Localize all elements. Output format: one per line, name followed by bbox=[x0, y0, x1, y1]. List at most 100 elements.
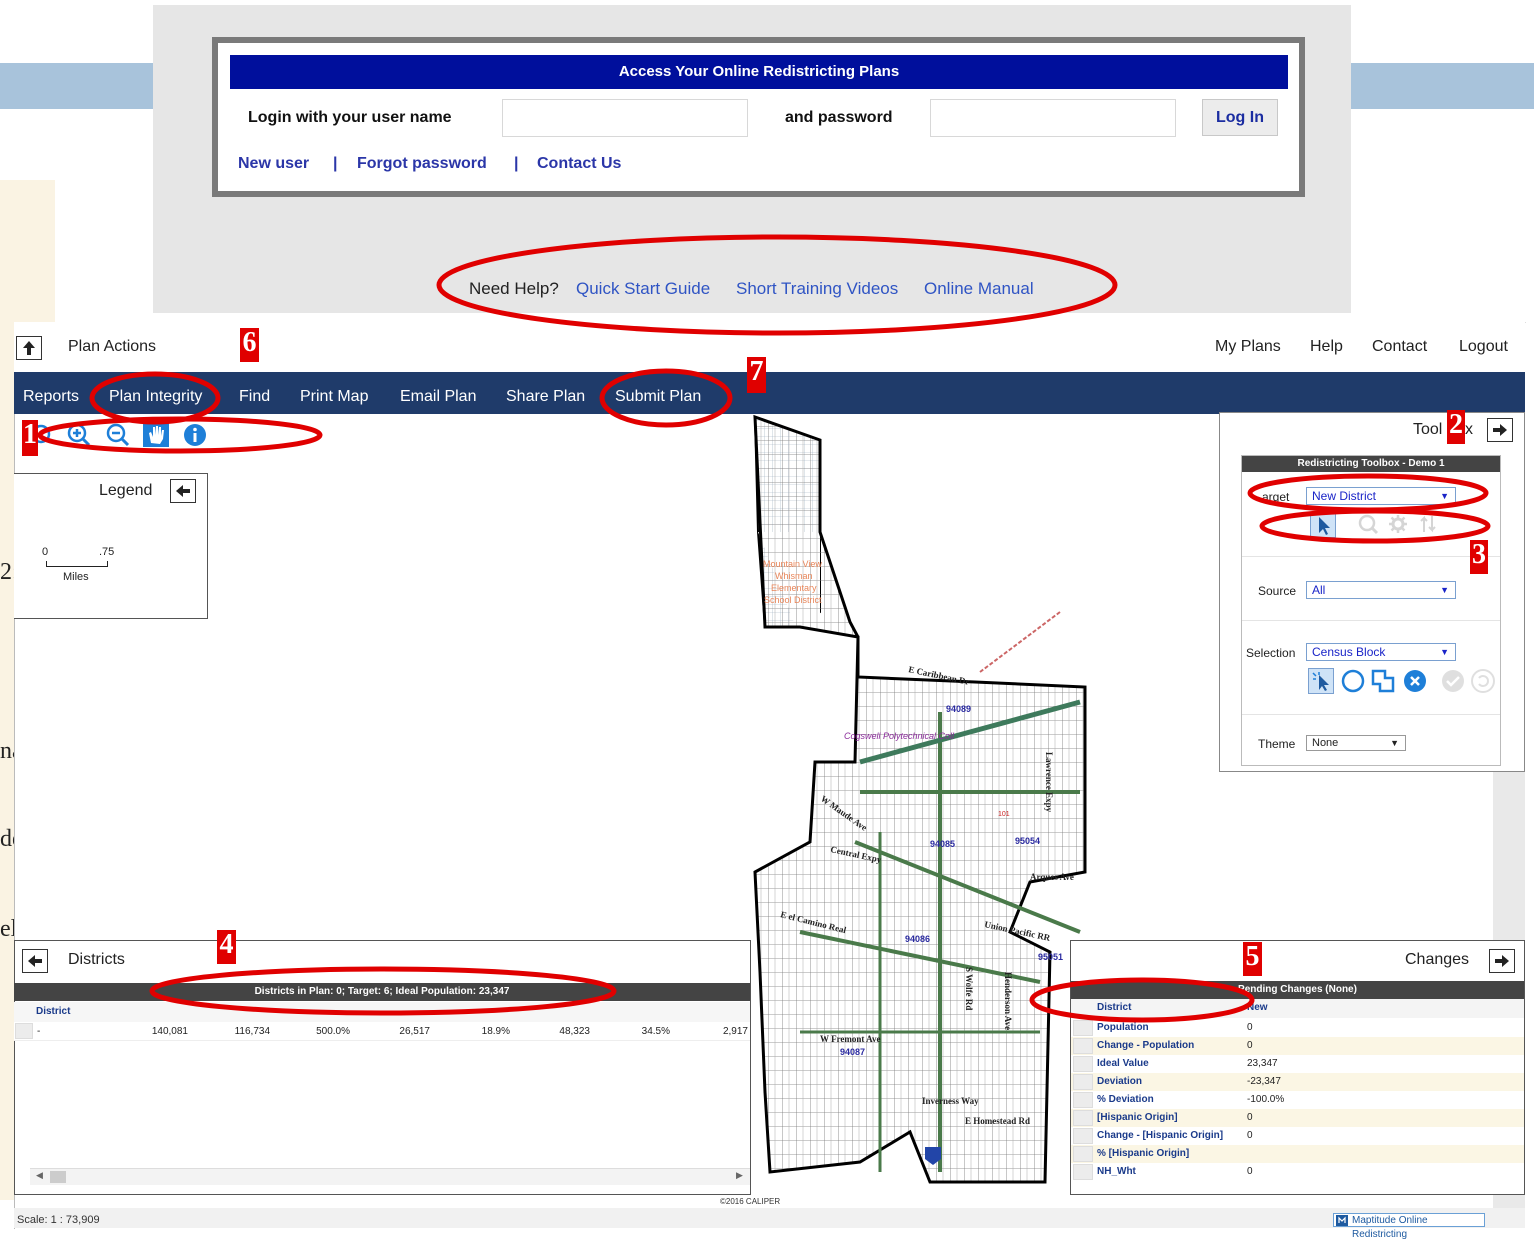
district-cell: 48,323 bbox=[559, 1026, 590, 1037]
login-button[interactable]: Log In bbox=[1202, 99, 1278, 136]
changes-column-header bbox=[1071, 999, 1524, 1018]
table-row[interactable]: Change - Population 0 bbox=[1071, 1037, 1524, 1055]
district-map[interactable]: Mountain View Whisman Elementary School … bbox=[740, 412, 1120, 1212]
source-label: Source bbox=[1258, 584, 1297, 598]
dropdown-caret-icon: ▼ bbox=[1440, 491, 1449, 501]
scroll-left-icon[interactable]: ◀ bbox=[36, 1170, 43, 1181]
annotation-number: 1 bbox=[22, 420, 38, 456]
menu-plan-integrity[interactable]: Plan Integrity bbox=[109, 388, 202, 406]
scale-unit: Miles bbox=[63, 571, 89, 583]
toolbox-divider bbox=[1242, 556, 1500, 557]
map-label: Whisman bbox=[775, 571, 813, 581]
arrow-left-icon bbox=[28, 955, 42, 967]
gear-icon[interactable] bbox=[1386, 512, 1412, 538]
change-value: -23,347 bbox=[1247, 1076, 1281, 1087]
row-selector[interactable] bbox=[1073, 1056, 1093, 1072]
zoom-select-icon[interactable] bbox=[1356, 512, 1382, 538]
help-link[interactable]: Help bbox=[1310, 338, 1343, 356]
swap-icon[interactable] bbox=[1416, 512, 1442, 538]
collapse-up-button[interactable] bbox=[16, 336, 42, 360]
online-manual-link[interactable]: Online Manual bbox=[924, 279, 1034, 299]
row-selector[interactable] bbox=[1073, 1128, 1093, 1144]
menu-find[interactable]: Find bbox=[239, 388, 270, 406]
change-value: 0 bbox=[1247, 1130, 1253, 1141]
theme-select[interactable]: None ▼ bbox=[1306, 735, 1406, 751]
menu-reports[interactable]: Reports bbox=[23, 388, 79, 406]
training-videos-link[interactable]: Short Training Videos bbox=[736, 279, 898, 299]
clear-selection-icon[interactable] bbox=[1402, 668, 1428, 694]
districts-horizontal-scrollbar[interactable]: ◀ ▶ bbox=[30, 1168, 750, 1185]
contact-us-link[interactable]: Contact Us bbox=[537, 155, 621, 173]
row-selector[interactable] bbox=[1073, 1146, 1093, 1162]
map-label: 101 bbox=[998, 811, 1010, 818]
toolbox-collapse-button[interactable] bbox=[1487, 418, 1513, 442]
contact-link[interactable]: Contact bbox=[1372, 338, 1427, 356]
table-row[interactable]: Ideal Value 23,347 bbox=[1071, 1055, 1524, 1073]
row-selector[interactable] bbox=[15, 1023, 33, 1039]
menu-share-plan[interactable]: Share Plan bbox=[506, 388, 585, 406]
map-scale: Scale: 1 : 73,909 bbox=[17, 1214, 100, 1226]
arrow-up-icon bbox=[23, 341, 35, 355]
pan-hand-icon[interactable] bbox=[143, 423, 169, 447]
target-select[interactable]: New District ▼ bbox=[1306, 487, 1456, 505]
row-selector[interactable] bbox=[1073, 1020, 1093, 1036]
quick-start-guide-link[interactable]: Quick Start Guide bbox=[576, 279, 710, 299]
toolbox-title-tail: x bbox=[1465, 421, 1473, 438]
table-row[interactable]: NH_Wht 0 bbox=[1071, 1163, 1524, 1181]
maptitude-badge[interactable]: Maptitude Online Redistricting bbox=[1333, 1213, 1485, 1240]
row-selector[interactable] bbox=[1073, 1074, 1093, 1090]
changes-collapse-button[interactable] bbox=[1489, 949, 1515, 973]
district-column-label: District bbox=[36, 1006, 71, 1017]
table-row[interactable]: Change - [Hispanic Origin] 0 bbox=[1071, 1127, 1524, 1145]
source-select[interactable]: All ▼ bbox=[1306, 581, 1456, 599]
change-value: -100.0% bbox=[1247, 1094, 1285, 1105]
row-selector[interactable] bbox=[1073, 1092, 1093, 1108]
row-selector[interactable] bbox=[1073, 1038, 1093, 1054]
district-cell: 140,081 bbox=[151, 1026, 188, 1037]
login-header: Access Your Online Redistricting Plans bbox=[230, 55, 1288, 89]
map-label: Mountain View bbox=[763, 559, 822, 569]
district-cell: 26,517 bbox=[399, 1026, 430, 1037]
table-row[interactable]: Deviation -23,347 bbox=[1071, 1073, 1524, 1091]
username-input[interactable] bbox=[502, 99, 748, 137]
table-row[interactable]: Population 0 bbox=[1071, 1019, 1524, 1037]
my-plans-link[interactable]: My Plans bbox=[1215, 338, 1281, 356]
logout-link[interactable]: Logout bbox=[1459, 338, 1508, 356]
zoom-in-icon[interactable] bbox=[66, 423, 92, 447]
menu-email-plan[interactable]: Email Plan bbox=[400, 388, 476, 406]
forgot-password-link[interactable]: Forgot password bbox=[357, 155, 487, 173]
password-input[interactable] bbox=[930, 99, 1176, 137]
scroll-thumb[interactable] bbox=[50, 1171, 66, 1183]
info-icon[interactable] bbox=[182, 423, 208, 447]
table-row[interactable]: % Deviation -100.0% bbox=[1071, 1091, 1524, 1109]
scroll-right-icon[interactable]: ▶ bbox=[736, 1170, 743, 1181]
annotation-number: 2 bbox=[1447, 410, 1465, 444]
menu-print-map[interactable]: Print Map bbox=[300, 388, 368, 406]
map-label: Elementary bbox=[771, 583, 817, 593]
apply-check-icon[interactable] bbox=[1440, 668, 1466, 694]
select-pointer-icon[interactable] bbox=[1310, 512, 1336, 538]
row-selector[interactable] bbox=[1073, 1110, 1093, 1126]
district-cell: 116,734 bbox=[234, 1026, 270, 1037]
circle-select-icon[interactable] bbox=[1340, 668, 1366, 694]
row-selector[interactable] bbox=[1073, 1164, 1093, 1180]
legend-collapse-button[interactable] bbox=[170, 479, 196, 503]
changes-new-label: New bbox=[1247, 1002, 1268, 1013]
new-user-link[interactable]: New user bbox=[238, 155, 309, 173]
arrow-left-icon bbox=[176, 485, 190, 497]
theme-select-value: None bbox=[1312, 737, 1339, 749]
menu-submit-plan[interactable]: Submit Plan bbox=[615, 388, 701, 406]
arrow-right-icon bbox=[1495, 955, 1509, 967]
table-row[interactable]: % [Hispanic Origin] bbox=[1071, 1145, 1524, 1163]
districts-collapse-button[interactable] bbox=[22, 949, 48, 973]
undo-icon[interactable] bbox=[1470, 668, 1496, 694]
table-row[interactable]: [Hispanic Origin] 0 bbox=[1071, 1109, 1524, 1127]
zoom-out-icon[interactable] bbox=[105, 423, 131, 447]
polygon-select-icon[interactable] bbox=[1370, 668, 1396, 694]
district-cell: 18.9% bbox=[481, 1026, 510, 1037]
selection-select[interactable]: Census Block ▼ bbox=[1306, 643, 1456, 661]
click-select-icon[interactable] bbox=[1308, 668, 1334, 694]
change-key: [Hispanic Origin] bbox=[1097, 1112, 1178, 1123]
change-value: 0 bbox=[1247, 1040, 1253, 1051]
map-label: Henderson Ave bbox=[1003, 972, 1013, 1030]
